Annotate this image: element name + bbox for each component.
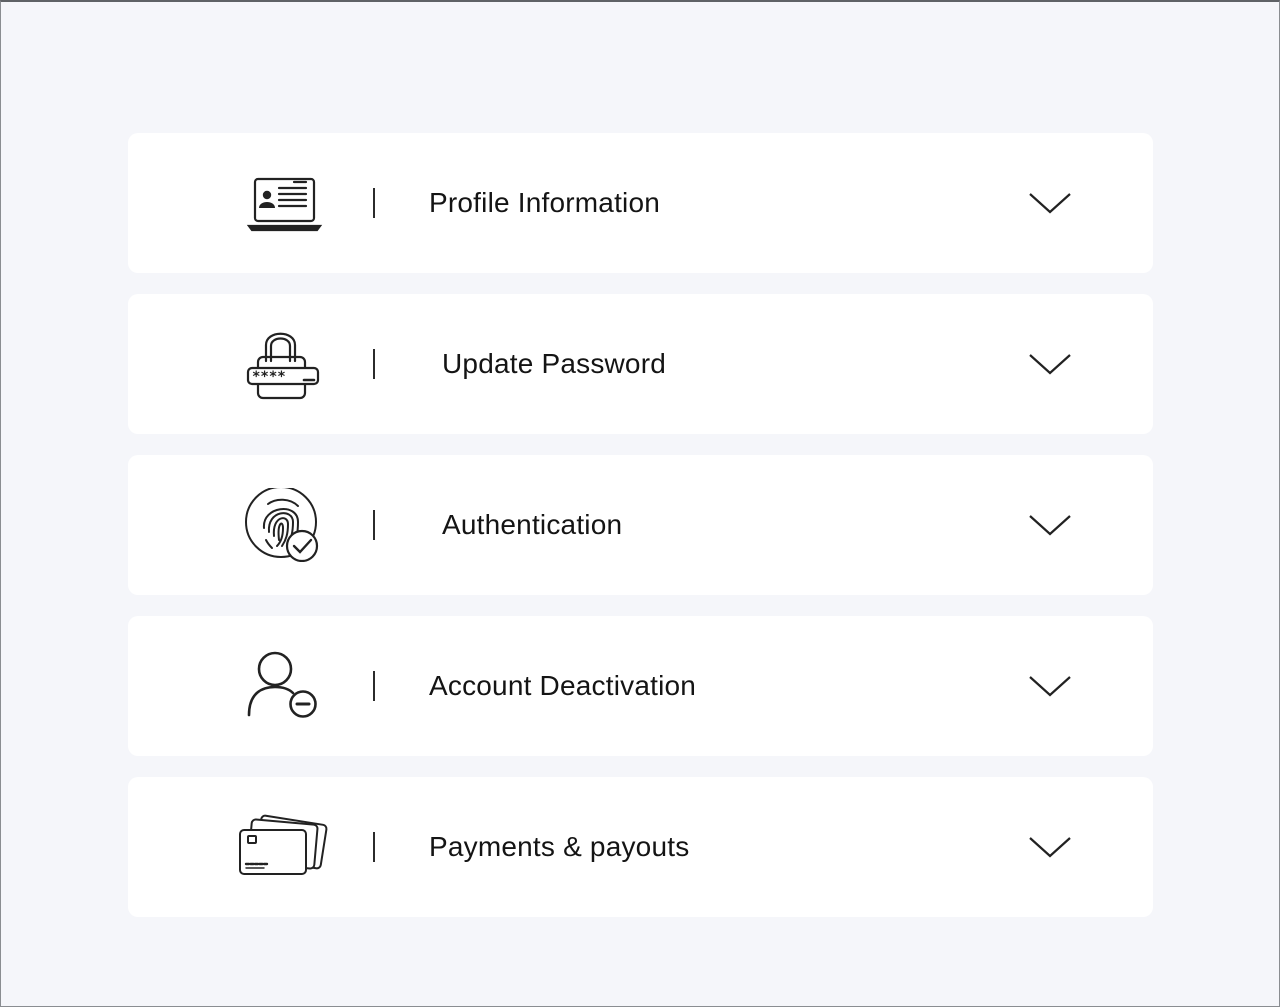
separator-bar <box>373 671 375 701</box>
chevron-down-icon[interactable] <box>1028 832 1072 862</box>
settings-list: Profile Information **** Update Password <box>128 133 1153 938</box>
profile-card-icon <box>246 166 336 240</box>
separator-bar <box>373 832 375 862</box>
settings-item-label: Payments & payouts <box>429 831 690 862</box>
chevron-down-icon[interactable] <box>1028 188 1072 218</box>
separator-bar <box>373 188 375 218</box>
chevron-down-icon[interactable] <box>1028 510 1072 540</box>
settings-item-profile-information[interactable]: Profile Information <box>128 133 1153 273</box>
settings-item-account-deactivation[interactable]: Account Deactivation <box>128 616 1153 756</box>
settings-item-label: Profile Information <box>429 187 661 218</box>
svg-text:****: **** <box>252 369 286 385</box>
credit-cards-icon <box>238 810 328 884</box>
separator-bar <box>373 510 375 540</box>
settings-item-authentication[interactable]: Authentication <box>128 455 1153 595</box>
chevron-down-icon[interactable] <box>1028 349 1072 379</box>
chevron-down-icon[interactable] <box>1028 671 1072 701</box>
settings-item-payments-payouts[interactable]: Payments & payouts <box>128 777 1153 917</box>
fingerprint-check-icon <box>244 488 334 562</box>
user-remove-icon <box>246 649 336 723</box>
settings-item-update-password[interactable]: **** Update Password <box>128 294 1153 434</box>
settings-item-label: Account Deactivation <box>429 670 697 701</box>
settings-item-label: Update Password <box>442 348 667 379</box>
settings-item-label: Authentication <box>442 509 623 540</box>
separator-bar <box>373 349 375 379</box>
password-lock-icon: **** <box>246 327 336 401</box>
